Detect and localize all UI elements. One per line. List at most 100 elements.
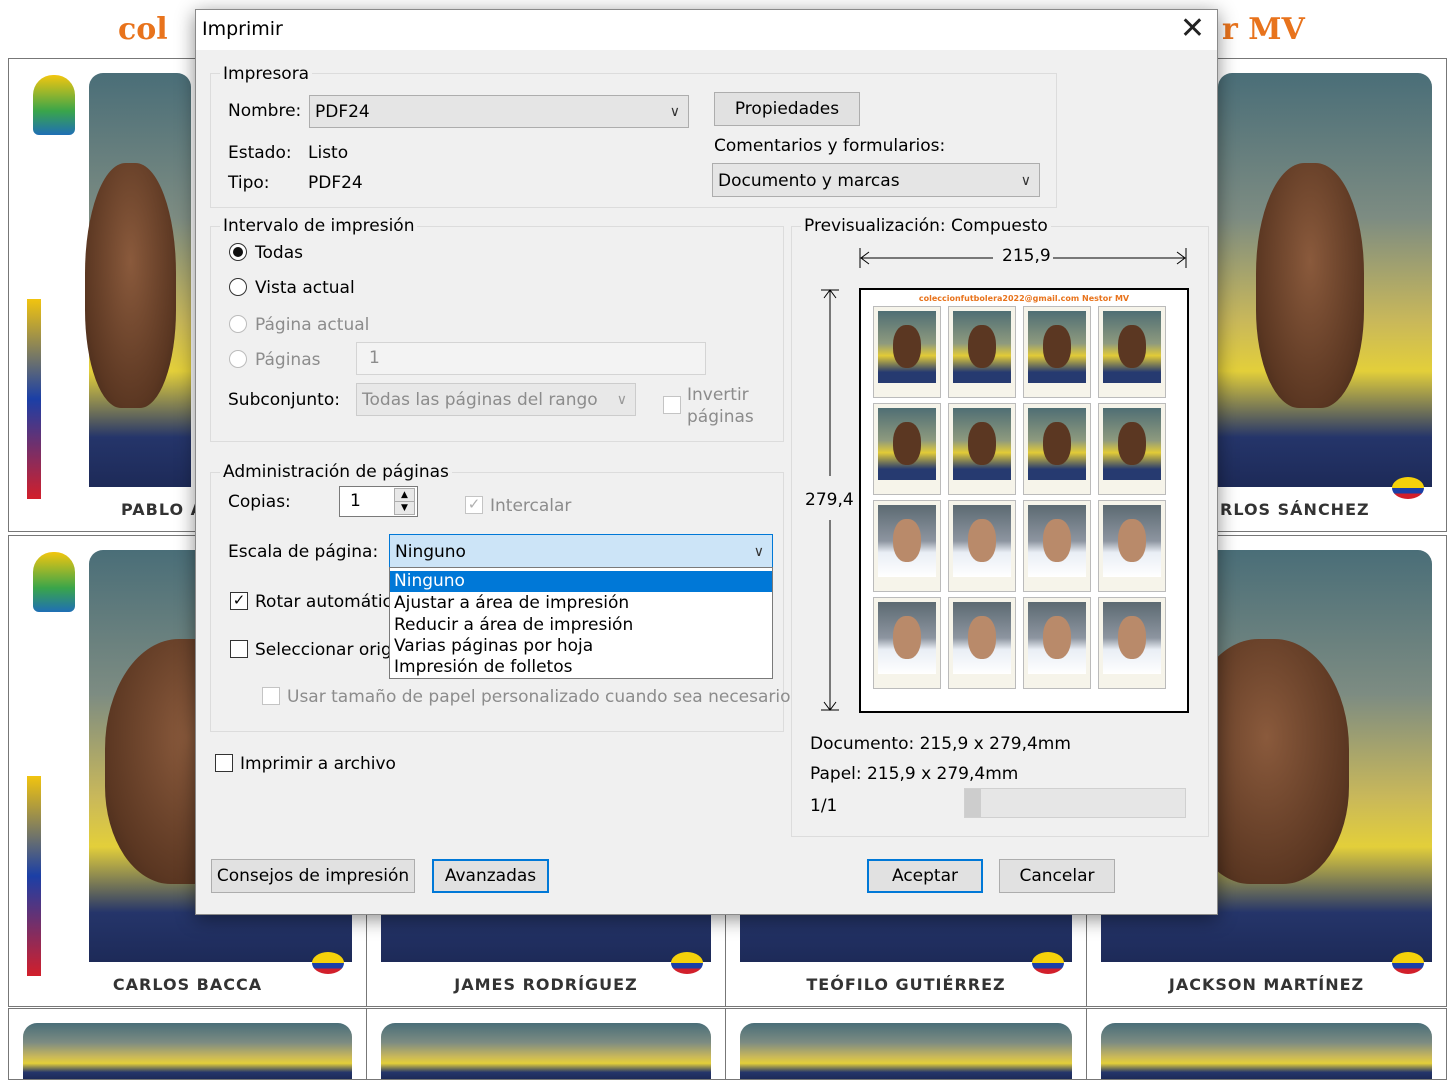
preview-thumbnail [873, 306, 941, 398]
print-range-legend: Intervalo de impresión [220, 216, 418, 236]
preview-thumbnail [873, 500, 941, 592]
preview-thumbnail [1098, 500, 1166, 592]
sticker-name: JACKSON MARTÍNEZ [1168, 975, 1365, 994]
pages-input[interactable]: 1 [356, 342, 706, 375]
page-scale-dropdown: Ninguno Ajustar a área de impresión Redu… [389, 567, 773, 679]
radio-current-page[interactable] [229, 315, 247, 333]
subset-label: Subconjunto: [228, 390, 340, 410]
close-icon[interactable]: ✕ [1180, 12, 1205, 46]
radio-all-pages[interactable] [229, 243, 247, 261]
printer-status-label: Estado: [228, 143, 292, 163]
custom-paper-label: Usar tamaño de papel personalizado cuand… [287, 687, 791, 707]
preview-thumbnail [1023, 306, 1091, 398]
reverse-pages-label-line2: páginas [687, 407, 754, 427]
sticker-card: RLOS SÁNCHEZ [1211, 58, 1447, 532]
radio-current-view-label[interactable]: Vista actual [255, 278, 355, 298]
radio-all-pages-label[interactable]: Todas [255, 243, 303, 263]
sticker-card [725, 1008, 1087, 1080]
sticker-card [1086, 1008, 1447, 1080]
preview-page: coleccionfutbolera2022@gmail.com Nestor … [859, 288, 1189, 713]
copies-label: Copias: [228, 492, 291, 512]
properties-button[interactable]: Propiedades [714, 92, 860, 126]
sheet-title-right: r MV [1222, 12, 1305, 47]
sticker-card [366, 1008, 726, 1080]
comments-forms-select[interactable]: Documento y marcas ∨ [712, 163, 1040, 197]
ok-button[interactable]: Aceptar [867, 859, 983, 893]
autorotate-label: Rotar automática [255, 592, 403, 612]
radio-pages[interactable] [229, 350, 247, 368]
preview-height-label: 279,4 [805, 490, 854, 510]
paper-size: Papel: 215,9 x 279,4mm [810, 764, 1019, 784]
comments-forms-value: Documento y marcas [718, 171, 900, 191]
preview-thumbnail [948, 500, 1016, 592]
printer-status-value: Listo [308, 143, 349, 163]
scale-option[interactable]: Impresión de folletos [390, 657, 772, 678]
sticker-card [8, 1008, 367, 1080]
printer-name-value: PDF24 [315, 102, 370, 122]
choose-source-checkbox[interactable] [230, 640, 248, 658]
radio-current-page-label[interactable]: Página actual [255, 315, 369, 335]
chevron-down-icon: ∨ [753, 544, 764, 560]
scale-option[interactable]: Varias páginas por hoja [390, 636, 772, 657]
page-handling-legend: Administración de páginas [220, 462, 452, 482]
page-scale-select[interactable]: Ninguno ∨ [389, 534, 773, 568]
print-to-file-checkbox[interactable] [215, 754, 233, 772]
reverse-pages-checkbox[interactable] [663, 396, 681, 414]
autorotate-checkbox[interactable]: ✓ [230, 592, 248, 610]
scale-option[interactable]: Reducir a área de impresión [390, 615, 772, 636]
preview-thumbnail [1098, 306, 1166, 398]
printer-type-label: Tipo: [228, 173, 270, 193]
sticker-name: TEÓFILO GUTIÉRREZ [806, 975, 1006, 994]
printer-name-select[interactable]: PDF24 ∨ [309, 95, 689, 128]
preview-page-slider[interactable] [964, 788, 1186, 818]
radio-current-view[interactable] [229, 278, 247, 296]
sticker-name: RLOS SÁNCHEZ [1220, 500, 1370, 519]
print-tips-button[interactable]: Consejos de impresión [211, 859, 415, 893]
page-counter: 1/1 [810, 796, 838, 816]
sheet-title-left: col [118, 12, 168, 47]
subset-select[interactable]: Todas las páginas del rango ∨ [356, 383, 636, 416]
sticker-name: PABLO A [121, 500, 205, 519]
advanced-button[interactable]: Avanzadas [432, 859, 549, 893]
print-to-file-label: Imprimir a archivo [240, 754, 396, 774]
reverse-pages-label-line1: Invertir [687, 385, 749, 405]
preview-thumbnail [1098, 597, 1166, 689]
preview-thumbnail [873, 597, 941, 689]
title-bar: Imprimir ✕ [196, 10, 1217, 50]
choose-source-label: Seleccionar orige [255, 640, 403, 660]
cancel-button[interactable]: Cancelar [999, 859, 1115, 893]
page-scale-value: Ninguno [395, 542, 466, 562]
preview-width-label: 215,9 [1000, 246, 1053, 266]
preview-slider-thumb[interactable] [965, 789, 981, 817]
preview-thumbnail [1023, 403, 1091, 495]
preview-sheet-title: coleccionfutbolera2022@gmail.com Nestor … [918, 294, 1130, 303]
document-size: Documento: 215,9 x 279,4mm [810, 734, 1071, 754]
subset-value: Todas las páginas del rango [362, 390, 598, 410]
radio-pages-label[interactable]: Páginas [255, 350, 320, 370]
sticker-card: PABLO A [8, 58, 206, 532]
collate-label: Intercalar [490, 496, 572, 516]
preview-thumbnail [1023, 597, 1091, 689]
page-scale-label: Escala de página: [228, 542, 379, 562]
printer-type-value: PDF24 [308, 173, 363, 193]
chevron-down-icon: ∨ [616, 392, 627, 408]
preview-thumbnail [948, 403, 1016, 495]
preview-thumbnail [948, 306, 1016, 398]
preview-thumbnail [873, 403, 941, 495]
collate-checkbox[interactable]: ✓ [465, 496, 483, 514]
chevron-down-icon: ∨ [669, 104, 680, 120]
printer-group-legend: Impresora [220, 64, 313, 84]
preview-legend: Previsualización: Compuesto [801, 216, 1051, 236]
custom-paper-checkbox[interactable] [262, 687, 280, 705]
printer-name-label: Nombre: [228, 101, 302, 121]
preview-thumbnail [1023, 500, 1091, 592]
sticker-name: CARLOS BACCA [112, 975, 263, 994]
copies-decrement-icon[interactable]: ▼ [394, 501, 415, 515]
preview-thumbnail [948, 597, 1016, 689]
chevron-down-icon: ∨ [1020, 173, 1031, 189]
comments-forms-label: Comentarios y formularios: [714, 136, 946, 156]
copies-increment-icon[interactable]: ▲ [394, 488, 415, 502]
scale-option[interactable]: Ajustar a área de impresión [390, 593, 772, 614]
dialog-title: Imprimir [202, 18, 283, 40]
scale-option[interactable]: Ninguno [390, 571, 772, 592]
